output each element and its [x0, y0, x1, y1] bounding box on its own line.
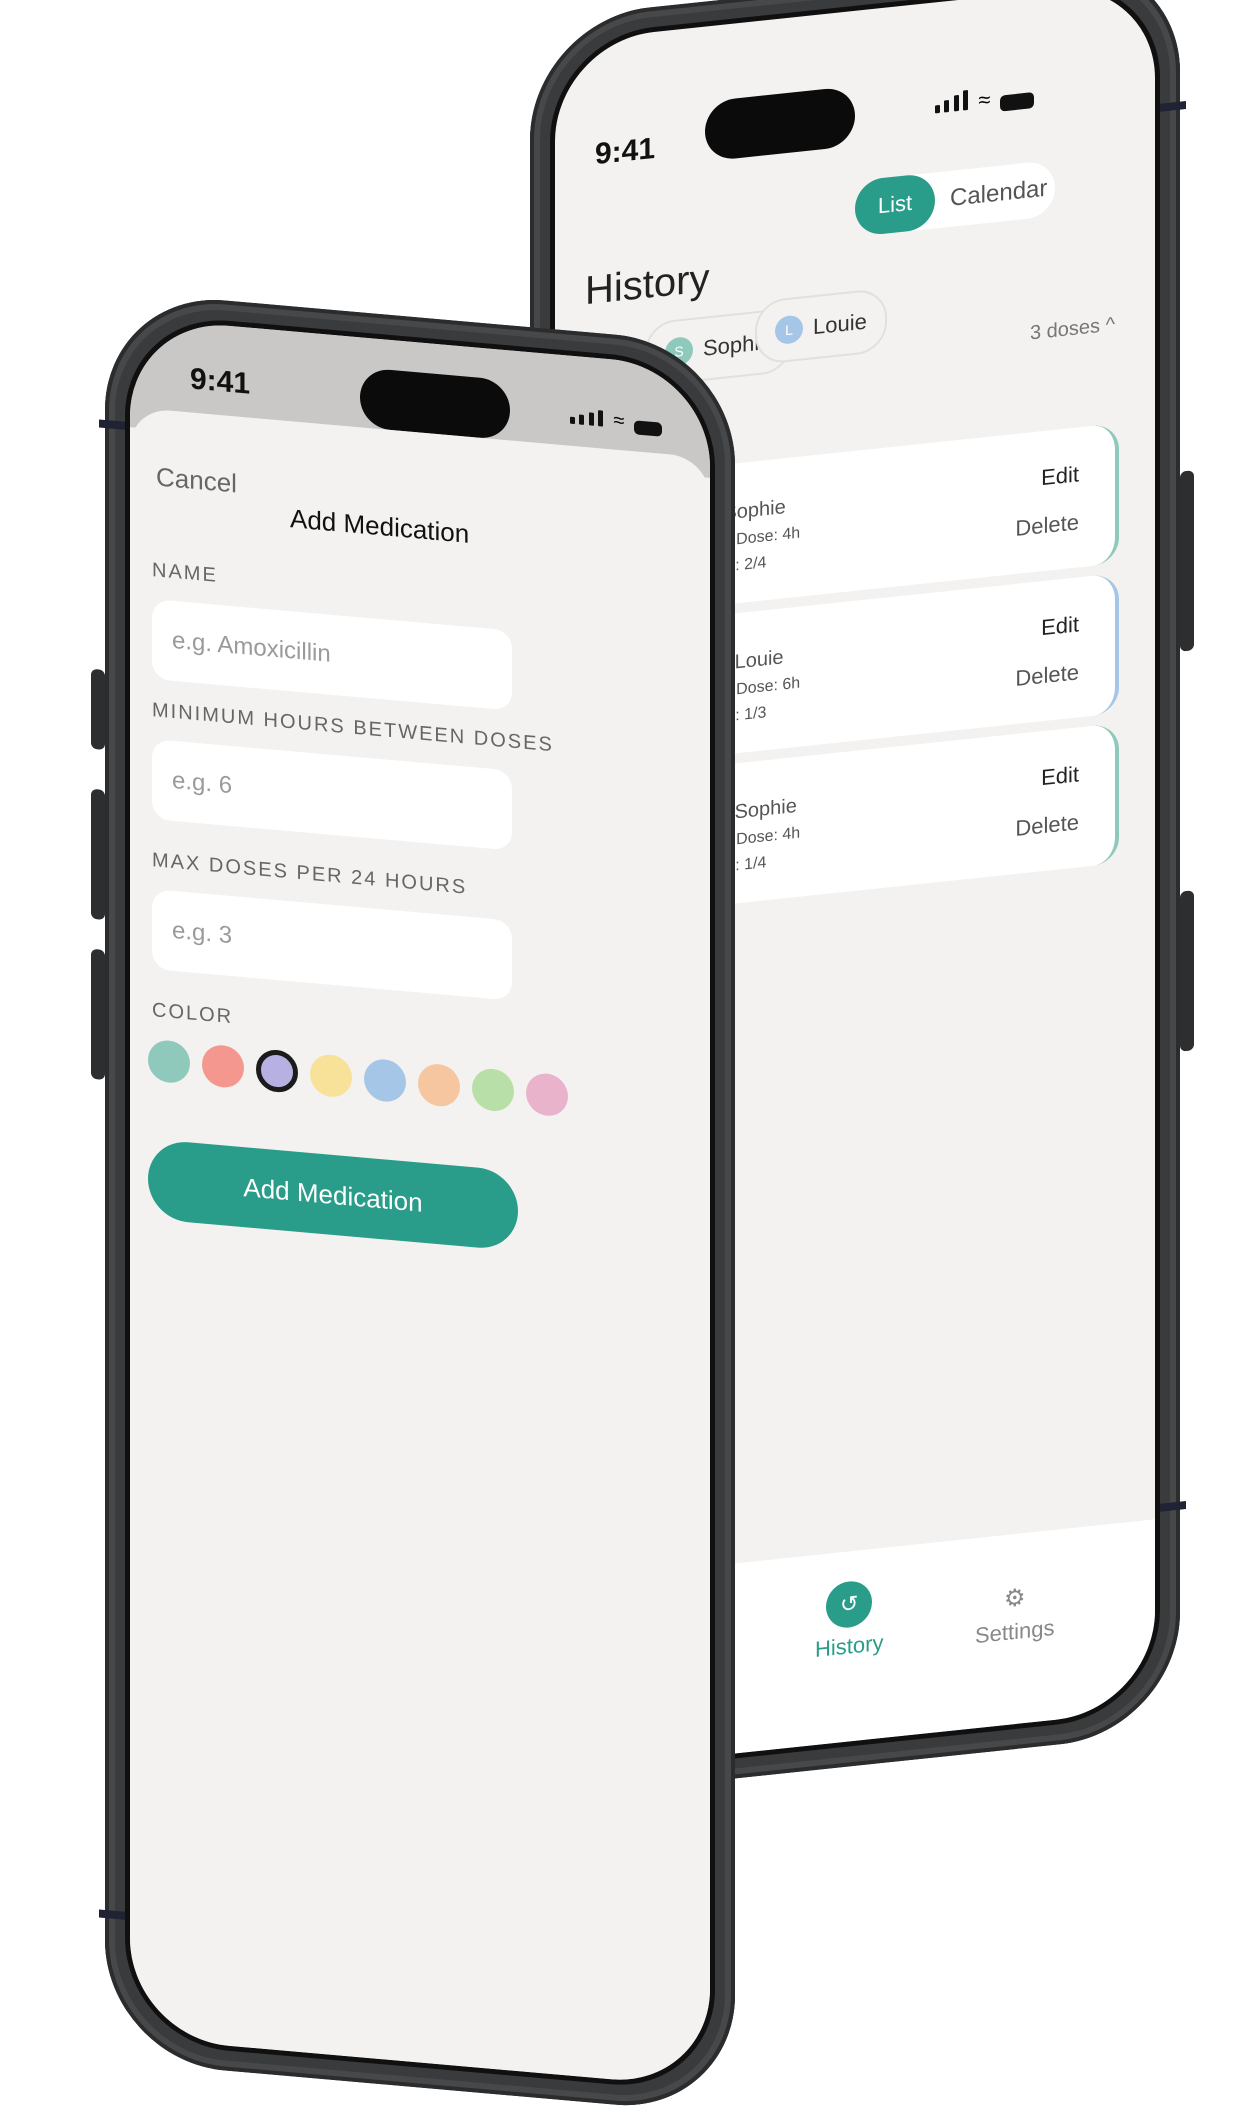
- dose-count[interactable]: 3 doses ^: [1030, 314, 1115, 346]
- tab-label: Settings: [975, 1614, 1055, 1649]
- hours-input[interactable]: [152, 739, 512, 851]
- battery-icon: [1000, 91, 1035, 112]
- history-icon: ↺: [826, 1579, 873, 1630]
- color-swatch-green[interactable]: [472, 1067, 514, 1113]
- add-medication-sheet: Cancel Add Medication NAME MINIMUM HOURS…: [130, 407, 710, 2088]
- add-medication-phone: 9:41 ≈ Cancel Add Medication NAME MINIMU…: [91, 290, 735, 2115]
- gear-icon: ⚙: [1003, 1583, 1026, 1614]
- side-button: [1180, 890, 1194, 1052]
- wifi-icon: ≈: [613, 409, 625, 433]
- volume-up-button: [91, 788, 105, 920]
- dynamic-island: [705, 85, 855, 162]
- volume-down-button: [91, 948, 105, 1080]
- delete-button[interactable]: Delete: [1015, 509, 1079, 542]
- add-medication-screen: 9:41 ≈ Cancel Add Medication NAME MINIMU…: [125, 311, 715, 2094]
- edit-button[interactable]: Edit: [1041, 461, 1079, 491]
- max-doses-input[interactable]: [152, 889, 512, 1001]
- color-label: COLOR: [152, 999, 234, 1029]
- view-segmented-control: List Calendar: [855, 159, 1055, 237]
- tab-label: History: [815, 1629, 884, 1663]
- name-label: NAME: [152, 559, 218, 587]
- status-time: 9:41: [595, 131, 656, 172]
- page-title: History: [585, 256, 710, 314]
- power-button: [1180, 470, 1194, 652]
- color-swatch-yellow[interactable]: [310, 1052, 352, 1099]
- status-time: 9:41: [190, 362, 251, 401]
- color-swatch-coral[interactable]: [202, 1043, 244, 1090]
- name-input[interactable]: [152, 599, 512, 711]
- person-name: Louie: [813, 308, 867, 340]
- status-icons: ≈: [935, 82, 1035, 119]
- edit-button[interactable]: Edit: [1041, 761, 1079, 791]
- battery-icon: [634, 420, 663, 437]
- avatar: L: [775, 314, 803, 346]
- color-picker: [148, 1038, 568, 1118]
- wifi-icon: ≈: [978, 86, 991, 113]
- tab-calendar[interactable]: Calendar: [950, 161, 1047, 227]
- tab-settings[interactable]: ⚙ Settings: [975, 1580, 1055, 1649]
- color-swatch-peach[interactable]: [418, 1062, 460, 1109]
- delete-button[interactable]: Delete: [1015, 659, 1079, 692]
- max-doses-label: MAX DOSES PER 24 HOURS: [152, 849, 468, 899]
- delete-button[interactable]: Delete: [1015, 809, 1079, 842]
- color-swatch-teal[interactable]: [148, 1038, 190, 1085]
- sheet-title: Add Medication: [290, 503, 470, 549]
- edit-button[interactable]: Edit: [1041, 611, 1079, 641]
- mute-switch: [91, 668, 105, 750]
- person-chip-louie[interactable]: L Louie: [755, 287, 887, 366]
- add-medication-button[interactable]: Add Medication: [148, 1138, 518, 1252]
- color-swatch-blue[interactable]: [364, 1057, 406, 1104]
- cancel-button[interactable]: Cancel: [156, 461, 237, 499]
- tab-history[interactable]: ↺ History: [815, 1578, 883, 1663]
- color-swatch-lavender[interactable]: [256, 1048, 298, 1094]
- color-swatch-pink[interactable]: [526, 1071, 568, 1118]
- signal-icon: [935, 89, 969, 119]
- tab-list[interactable]: List: [855, 172, 935, 237]
- signal-icon: [570, 408, 604, 432]
